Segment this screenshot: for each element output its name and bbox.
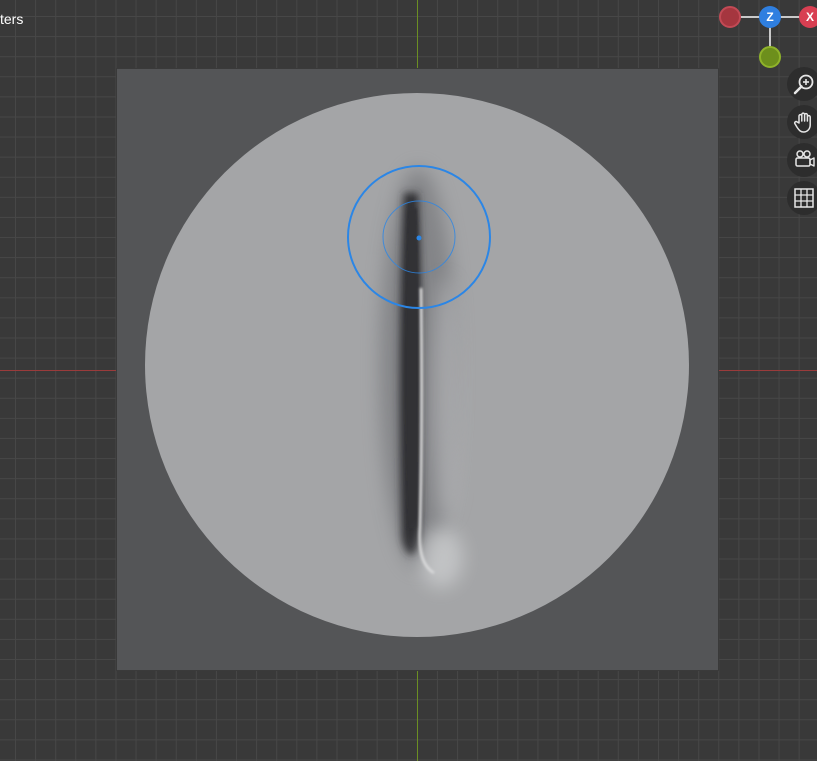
sculpt-texture[interactable]	[116, 68, 719, 671]
gizmo-neg-y-handle[interactable]	[759, 46, 781, 68]
hand-pan-icon	[793, 112, 811, 133]
gizmo-z-axis-button[interactable]: Z	[759, 6, 781, 28]
pan-button[interactable]	[787, 105, 817, 139]
gizmo-neg-x-handle[interactable]	[719, 6, 741, 28]
grid-toggle-button[interactable]	[787, 181, 817, 215]
camera-view-icon	[795, 150, 815, 167]
camera-view-button[interactable]	[787, 143, 817, 177]
zoom-button[interactable]	[787, 67, 817, 101]
grid-toggle-icon	[794, 188, 814, 208]
units-label: ters	[0, 11, 24, 27]
zoom-magnifier-icon	[793, 74, 814, 95]
gizmo-x-axis-button[interactable]: X	[799, 6, 817, 28]
